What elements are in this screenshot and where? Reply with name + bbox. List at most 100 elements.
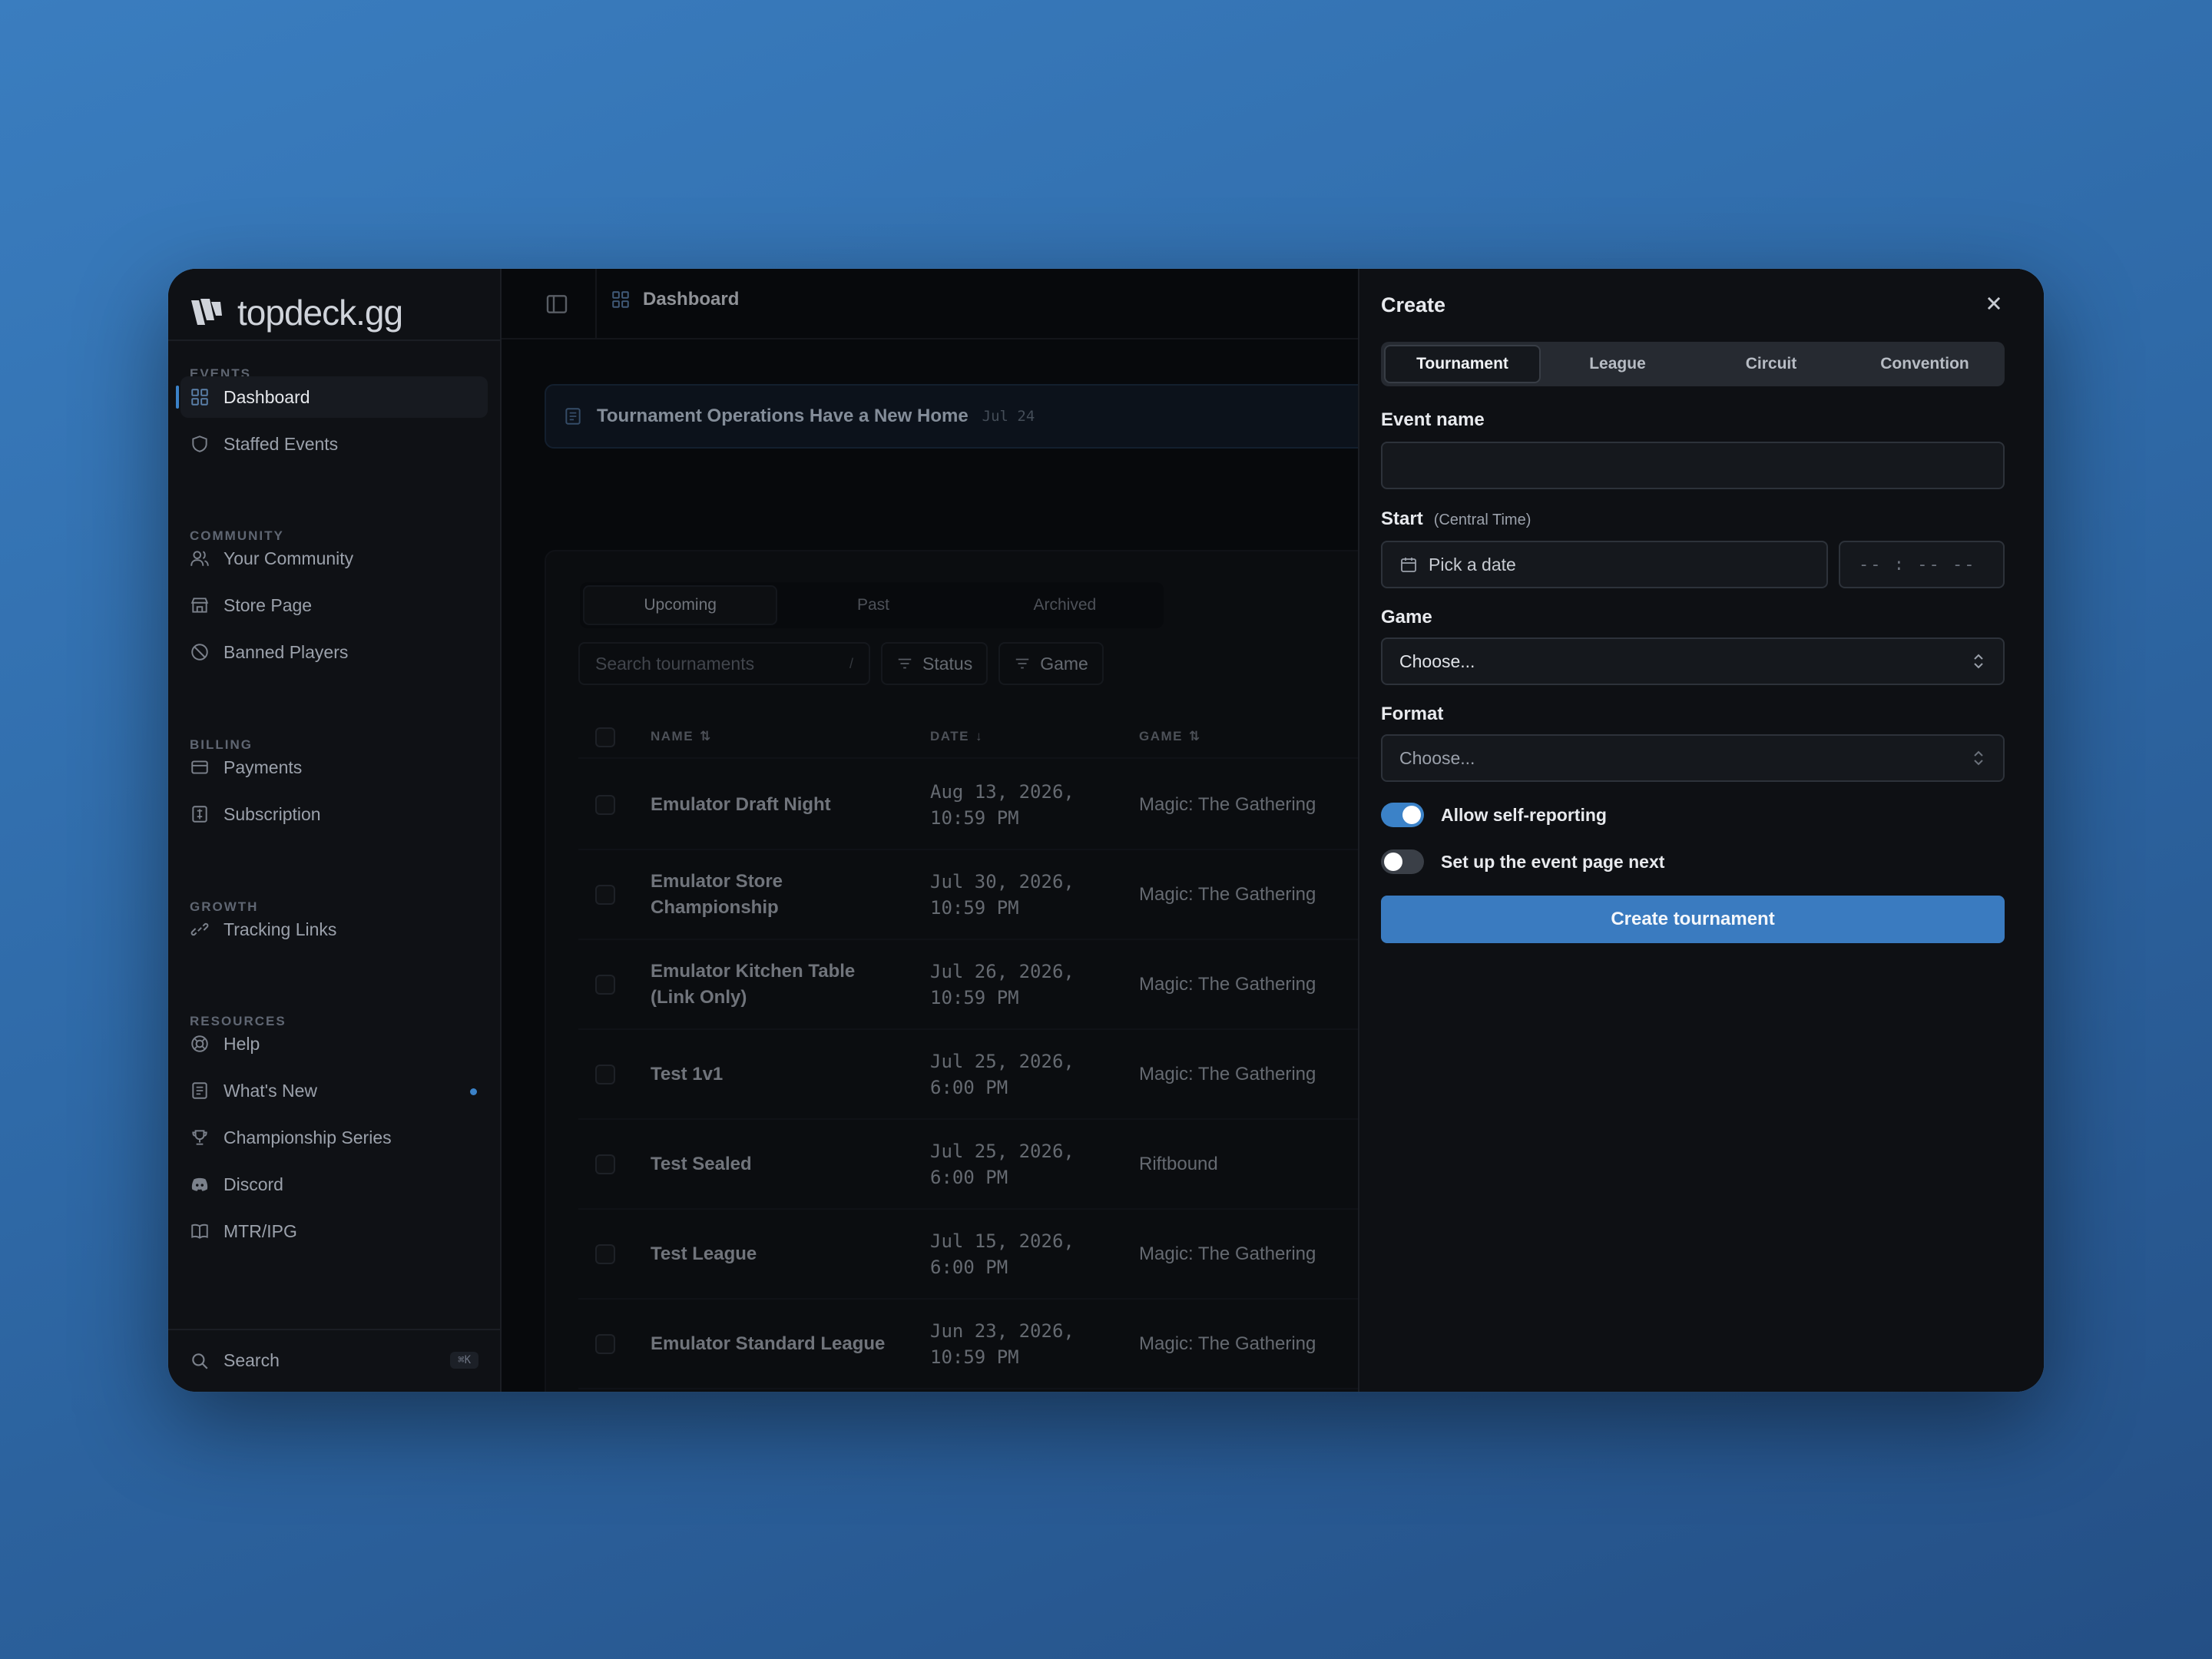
sidebar-item-help[interactable]: Help <box>180 1023 488 1065</box>
sidebar-item-label: Discord <box>224 1174 283 1194</box>
table-row[interactable]: Test 1v1 Jul 25, 2026, 6:00 PM Magic: Th… <box>578 1030 1391 1120</box>
format-select-value: Choose... <box>1399 747 1475 768</box>
table-row[interactable]: Emulator Draft Night Aug 13, 2026, 10:59… <box>578 760 1391 850</box>
format-label: Format <box>1381 704 1444 724</box>
table-row[interactable]: Emulator Standard League Jun 23, 2026, 1… <box>578 1300 1391 1389</box>
search-tournaments-input[interactable]: Search tournaments / <box>578 642 870 685</box>
logo-text: topdeck.gg <box>237 293 403 333</box>
row-date: Jul 25, 2026, 6:00 PM <box>930 1140 1075 1188</box>
newspaper-icon <box>192 1082 207 1099</box>
row-name: Emulator Standard League <box>651 1333 886 1354</box>
game-filter-button[interactable]: Game <box>998 642 1104 685</box>
sidebar-item-championship-series[interactable]: Championship Series <box>180 1117 488 1158</box>
row-game: Magic: The Gathering <box>1139 1063 1316 1084</box>
format-select[interactable]: Choose... <box>1381 734 2005 782</box>
link-icon <box>190 922 209 936</box>
event-page-toggle[interactable] <box>1381 849 1424 874</box>
row-checkbox[interactable] <box>595 1334 615 1354</box>
sidebar-item-label: Payments <box>224 757 303 777</box>
event-name-input[interactable] <box>1381 442 2005 489</box>
book-icon <box>191 1224 208 1239</box>
filter-icon <box>1015 658 1029 669</box>
tab-convention[interactable]: Convention <box>1848 345 2002 383</box>
unread-dot <box>470 1088 477 1095</box>
sidebar-item-subscription[interactable]: Subscription <box>180 793 488 835</box>
tab-circuit[interactable]: Circuit <box>1694 345 1848 383</box>
trophy-icon <box>192 1130 207 1145</box>
table-row[interactable]: Test Sealed Jul 25, 2026, 6:00 PM Riftbo… <box>578 1120 1391 1210</box>
sidebar-item-label: MTR/IPG <box>224 1220 297 1241</box>
sidebar-item-whats-new[interactable]: What's New <box>180 1070 488 1111</box>
sidebar-toggle-icon[interactable] <box>545 292 569 316</box>
tab-league[interactable]: League <box>1541 345 1694 383</box>
tab-archived[interactable]: Archived <box>969 585 1161 625</box>
row-name: Emulator Kitchen Table (Link Only) <box>651 960 856 1008</box>
sidebar-search[interactable]: Search <box>190 1350 280 1371</box>
create-drawer: Create Tournament League Circuit Convent… <box>1358 269 2044 1392</box>
row-checkbox[interactable] <box>595 1065 615 1084</box>
sidebar-item-label: Subscription <box>224 803 321 824</box>
row-date: Jul 25, 2026, 6:00 PM <box>930 1050 1075 1098</box>
row-checkbox[interactable] <box>595 975 615 995</box>
self-reporting-label: Allow self-reporting <box>1441 804 1607 825</box>
row-checkbox[interactable] <box>595 1154 615 1174</box>
sidebar-item-your-community[interactable]: Your Community <box>180 538 488 579</box>
sidebar-item-label: Store Page <box>224 594 313 615</box>
events-card: Upcoming Past Archived Search tournament… <box>545 550 1391 1392</box>
app-window: topdeck.gg EVENTS Dashboard Staffed Even… <box>168 269 2044 1392</box>
row-name: Emulator Draft Night <box>651 793 831 815</box>
sidebar-item-store-page[interactable]: Store Page <box>180 584 488 626</box>
row-name: Test Sealed <box>651 1153 752 1174</box>
row-checkbox[interactable] <box>595 795 615 815</box>
announcement-banner[interactable]: Tournament Operations Have a New Home Ju… <box>545 384 1389 449</box>
sidebar-item-dashboard[interactable]: Dashboard <box>176 376 488 418</box>
select-all-checkbox[interactable] <box>595 727 615 747</box>
time-input[interactable]: -- : -- -- <box>1839 541 2005 588</box>
table-row[interactable]: Test League Jul 15, 2026, 6:00 PM Magic:… <box>578 1210 1391 1300</box>
sidebar-item-staffed-events[interactable]: Staffed Events <box>180 423 488 465</box>
close-icon[interactable] <box>1981 290 2007 316</box>
breadcrumb: Dashboard <box>611 289 739 310</box>
column-date-header[interactable]: DATE ↓ <box>930 729 983 744</box>
sidebar: topdeck.gg EVENTS Dashboard Staffed Even… <box>168 269 502 1392</box>
game-select[interactable]: Choose... <box>1381 637 2005 685</box>
toggle-knob <box>1384 853 1402 871</box>
row-name: Test League <box>651 1243 757 1264</box>
status-filter-button[interactable]: Status <box>881 642 988 685</box>
grid-icon <box>191 389 208 406</box>
self-reporting-toggle[interactable] <box>1381 803 1424 827</box>
sidebar-item-mtr-ipg[interactable]: MTR/IPG <box>180 1210 488 1252</box>
lifebuoy-icon <box>191 1035 208 1052</box>
row-checkbox[interactable] <box>595 885 615 905</box>
sidebar-item-label: Banned Players <box>224 641 349 662</box>
tab-upcoming[interactable]: Upcoming <box>583 585 778 625</box>
topdeck-logo-icon <box>191 299 222 325</box>
breadcrumb-label: Dashboard <box>643 289 740 310</box>
start-label-text: Start <box>1381 508 1423 529</box>
sort-icon: ⇅ <box>700 729 712 743</box>
logo[interactable]: topdeck.gg <box>190 286 403 339</box>
events-tabs: Upcoming Past Archived <box>580 582 1164 628</box>
sidebar-item-discord[interactable]: Discord <box>180 1164 488 1205</box>
event-page-row: Set up the event page next <box>1381 849 1664 874</box>
sidebar-item-payments[interactable]: Payments <box>180 747 488 788</box>
tab-past[interactable]: Past <box>777 585 969 625</box>
store-icon <box>190 598 209 613</box>
create-tournament-button[interactable]: Create tournament <box>1381 896 2005 943</box>
row-date: Jul 15, 2026, 6:00 PM <box>930 1230 1075 1278</box>
start-timezone: (Central Time) <box>1433 512 1532 528</box>
row-checkbox[interactable] <box>595 1244 615 1264</box>
sidebar-item-banned-players[interactable]: Banned Players <box>180 631 488 673</box>
table-row[interactable]: Emulator Kitchen Table (Link Only) Jul 2… <box>578 940 1391 1030</box>
column-game-header[interactable]: GAME ⇅ <box>1139 729 1201 744</box>
column-name-header[interactable]: NAME ⇅ <box>651 729 712 744</box>
row-game: Magic: The Gathering <box>1139 1333 1316 1354</box>
table-row[interactable]: Emulator Store Championship Jul 30, 2026… <box>578 850 1391 940</box>
sidebar-item-tracking-links[interactable]: Tracking Links <box>180 909 488 950</box>
row-game: Magic: The Gathering <box>1139 883 1316 905</box>
date-picker[interactable]: Pick a date <box>1381 541 1828 588</box>
column-name-label: NAME <box>651 729 694 743</box>
drawer-title: Create <box>1381 293 1446 316</box>
tab-tournament[interactable]: Tournament <box>1384 345 1541 383</box>
grid-icon <box>612 291 629 308</box>
